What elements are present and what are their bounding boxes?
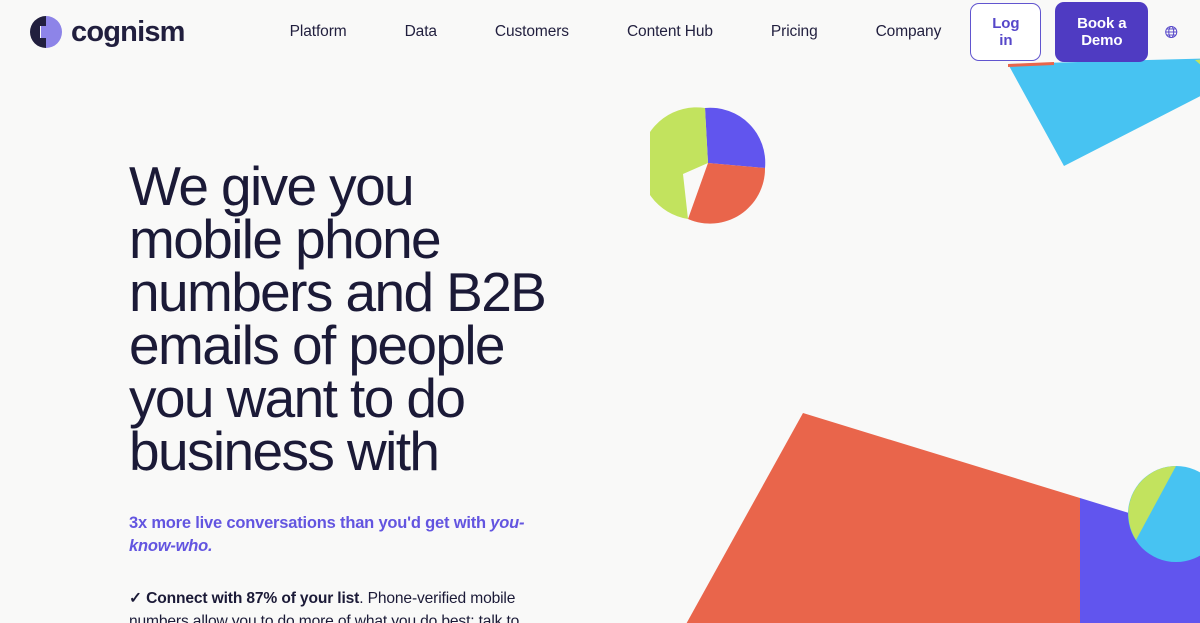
cognism-circle-logo-icon <box>30 16 62 48</box>
globe-icon[interactable] <box>1164 19 1178 45</box>
site-header: cognism Platform Data Customers Content … <box>0 0 1200 64</box>
nav-item-content-hub[interactable]: Content Hub <box>598 0 742 64</box>
hero-bullet-list: ✓ Connect with 87% of your list. Phone-v… <box>129 587 554 623</box>
brand-logo[interactable]: cognism <box>30 16 185 48</box>
book-demo-button[interactable]: Book a Demo <box>1055 2 1149 62</box>
hero-headline: We give you mobile phone numbers and B2B… <box>129 155 547 482</box>
subheadline-plain: 3x more live conversations than you'd ge… <box>129 514 491 532</box>
hero-subheadline: 3x more live conversations than you'd ge… <box>129 512 554 558</box>
rotated-block-graphic <box>686 413 1200 623</box>
nav-item-data[interactable]: Data <box>376 0 466 64</box>
nav-item-platform[interactable]: Platform <box>261 0 376 64</box>
landing-page: cognism Platform Data Customers Content … <box>0 0 1200 623</box>
header-actions: Log in Book a Demo <box>970 2 1178 62</box>
brand-name: cognism <box>71 15 185 48</box>
nav-item-customers[interactable]: Customers <box>466 0 598 64</box>
primary-navigation: Platform Data Customers Content Hub Pric… <box>261 0 971 64</box>
bullet-bold-text: Connect with 87% of your list <box>146 590 360 607</box>
login-button[interactable]: Log in <box>970 3 1042 61</box>
check-icon: ✓ <box>129 590 142 607</box>
pie-chart-graphic <box>650 107 766 224</box>
small-pie-graphic <box>1128 466 1200 562</box>
nav-item-pricing[interactable]: Pricing <box>742 0 847 64</box>
bullet-item: ✓ Connect with 87% of your list. Phone-v… <box>129 587 554 623</box>
cyan-triangle-graphic <box>1008 58 1200 166</box>
nav-item-company[interactable]: Company <box>847 0 971 64</box>
hero-section: We give you mobile phone numbers and B2B… <box>0 64 620 623</box>
